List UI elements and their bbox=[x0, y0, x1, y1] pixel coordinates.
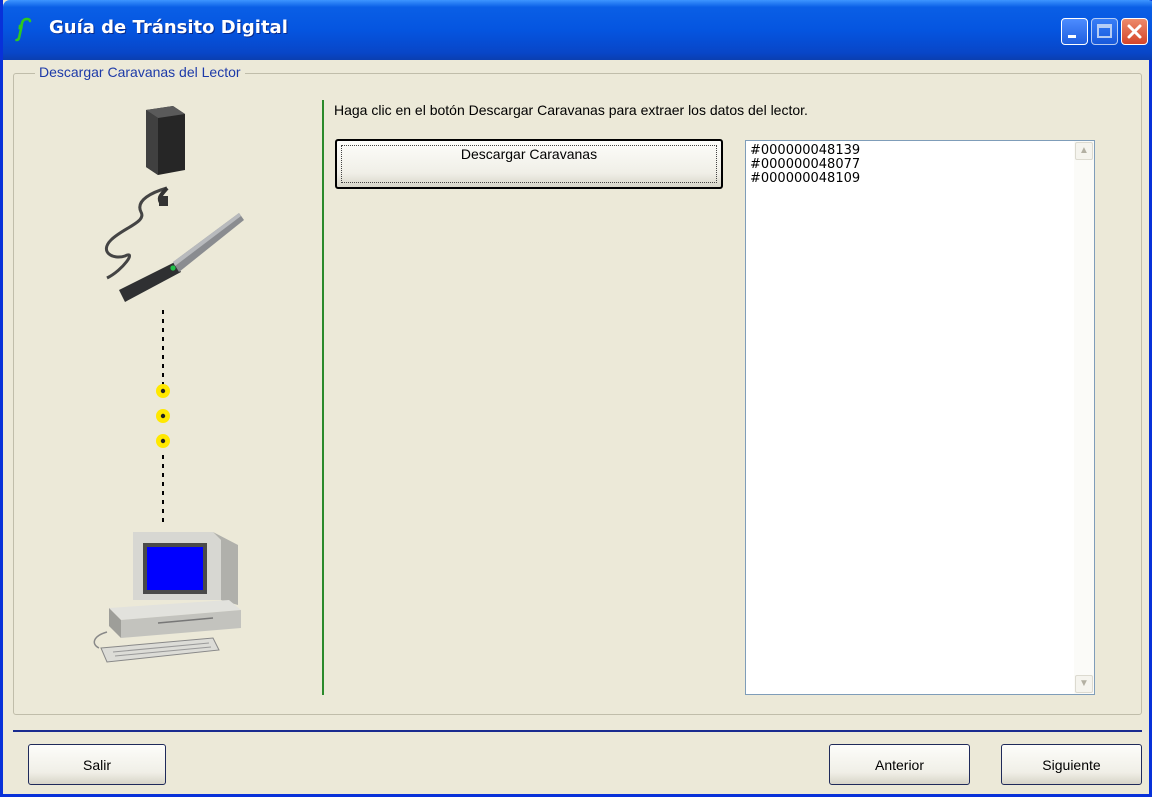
instruction-text: Haga clic en el botón Descargar Caravana… bbox=[334, 102, 808, 118]
minimize-button[interactable] bbox=[1061, 18, 1088, 45]
list-item[interactable]: #000000048139 bbox=[750, 144, 1094, 158]
scroll-down-arrow-icon[interactable]: ▼ bbox=[1075, 675, 1093, 693]
minimize-icon bbox=[1068, 35, 1076, 38]
next-button[interactable]: Siguiente bbox=[1001, 744, 1142, 785]
close-icon bbox=[1127, 24, 1142, 39]
vertical-scrollbar[interactable]: ▲ ▼ bbox=[1074, 141, 1094, 694]
list-item[interactable]: #000000048077 bbox=[750, 158, 1094, 172]
window-title: Guía de Tránsito Digital bbox=[49, 17, 288, 38]
download-tags-button-label: Descargar Caravanas bbox=[460, 146, 598, 162]
download-tags-button[interactable]: Descargar Caravanas bbox=[335, 139, 723, 189]
maximize-icon bbox=[1097, 24, 1112, 38]
scroll-up-arrow-icon[interactable]: ▲ bbox=[1075, 142, 1093, 160]
tags-list: #000000048139 #000000048077 #00000004810… bbox=[746, 141, 1094, 186]
dotted-connection-line bbox=[156, 310, 170, 525]
rfid-wand-icon bbox=[104, 186, 244, 302]
wizard-window: Guía de Tránsito Digital Descargar Carav… bbox=[0, 0, 1152, 797]
reader-connection-illustration bbox=[93, 106, 244, 663]
app-icon bbox=[15, 17, 32, 42]
computer-icon bbox=[93, 532, 241, 663]
close-button[interactable] bbox=[1121, 18, 1148, 45]
footer-divider bbox=[13, 730, 1142, 732]
title-bar[interactable]: Guía de Tránsito Digital bbox=[3, 0, 1152, 60]
previous-button[interactable]: Anterior bbox=[829, 744, 970, 785]
tags-listbox[interactable]: #000000048139 #000000048077 #00000004810… bbox=[745, 140, 1095, 695]
exit-button[interactable]: Salir bbox=[28, 744, 166, 785]
maximize-button[interactable] bbox=[1091, 18, 1118, 45]
reader-box-icon bbox=[146, 106, 185, 175]
list-item[interactable]: #000000048109 bbox=[750, 172, 1094, 186]
vertical-divider bbox=[322, 100, 324, 695]
group-legend: Descargar Caravanas del Lector bbox=[35, 64, 245, 80]
